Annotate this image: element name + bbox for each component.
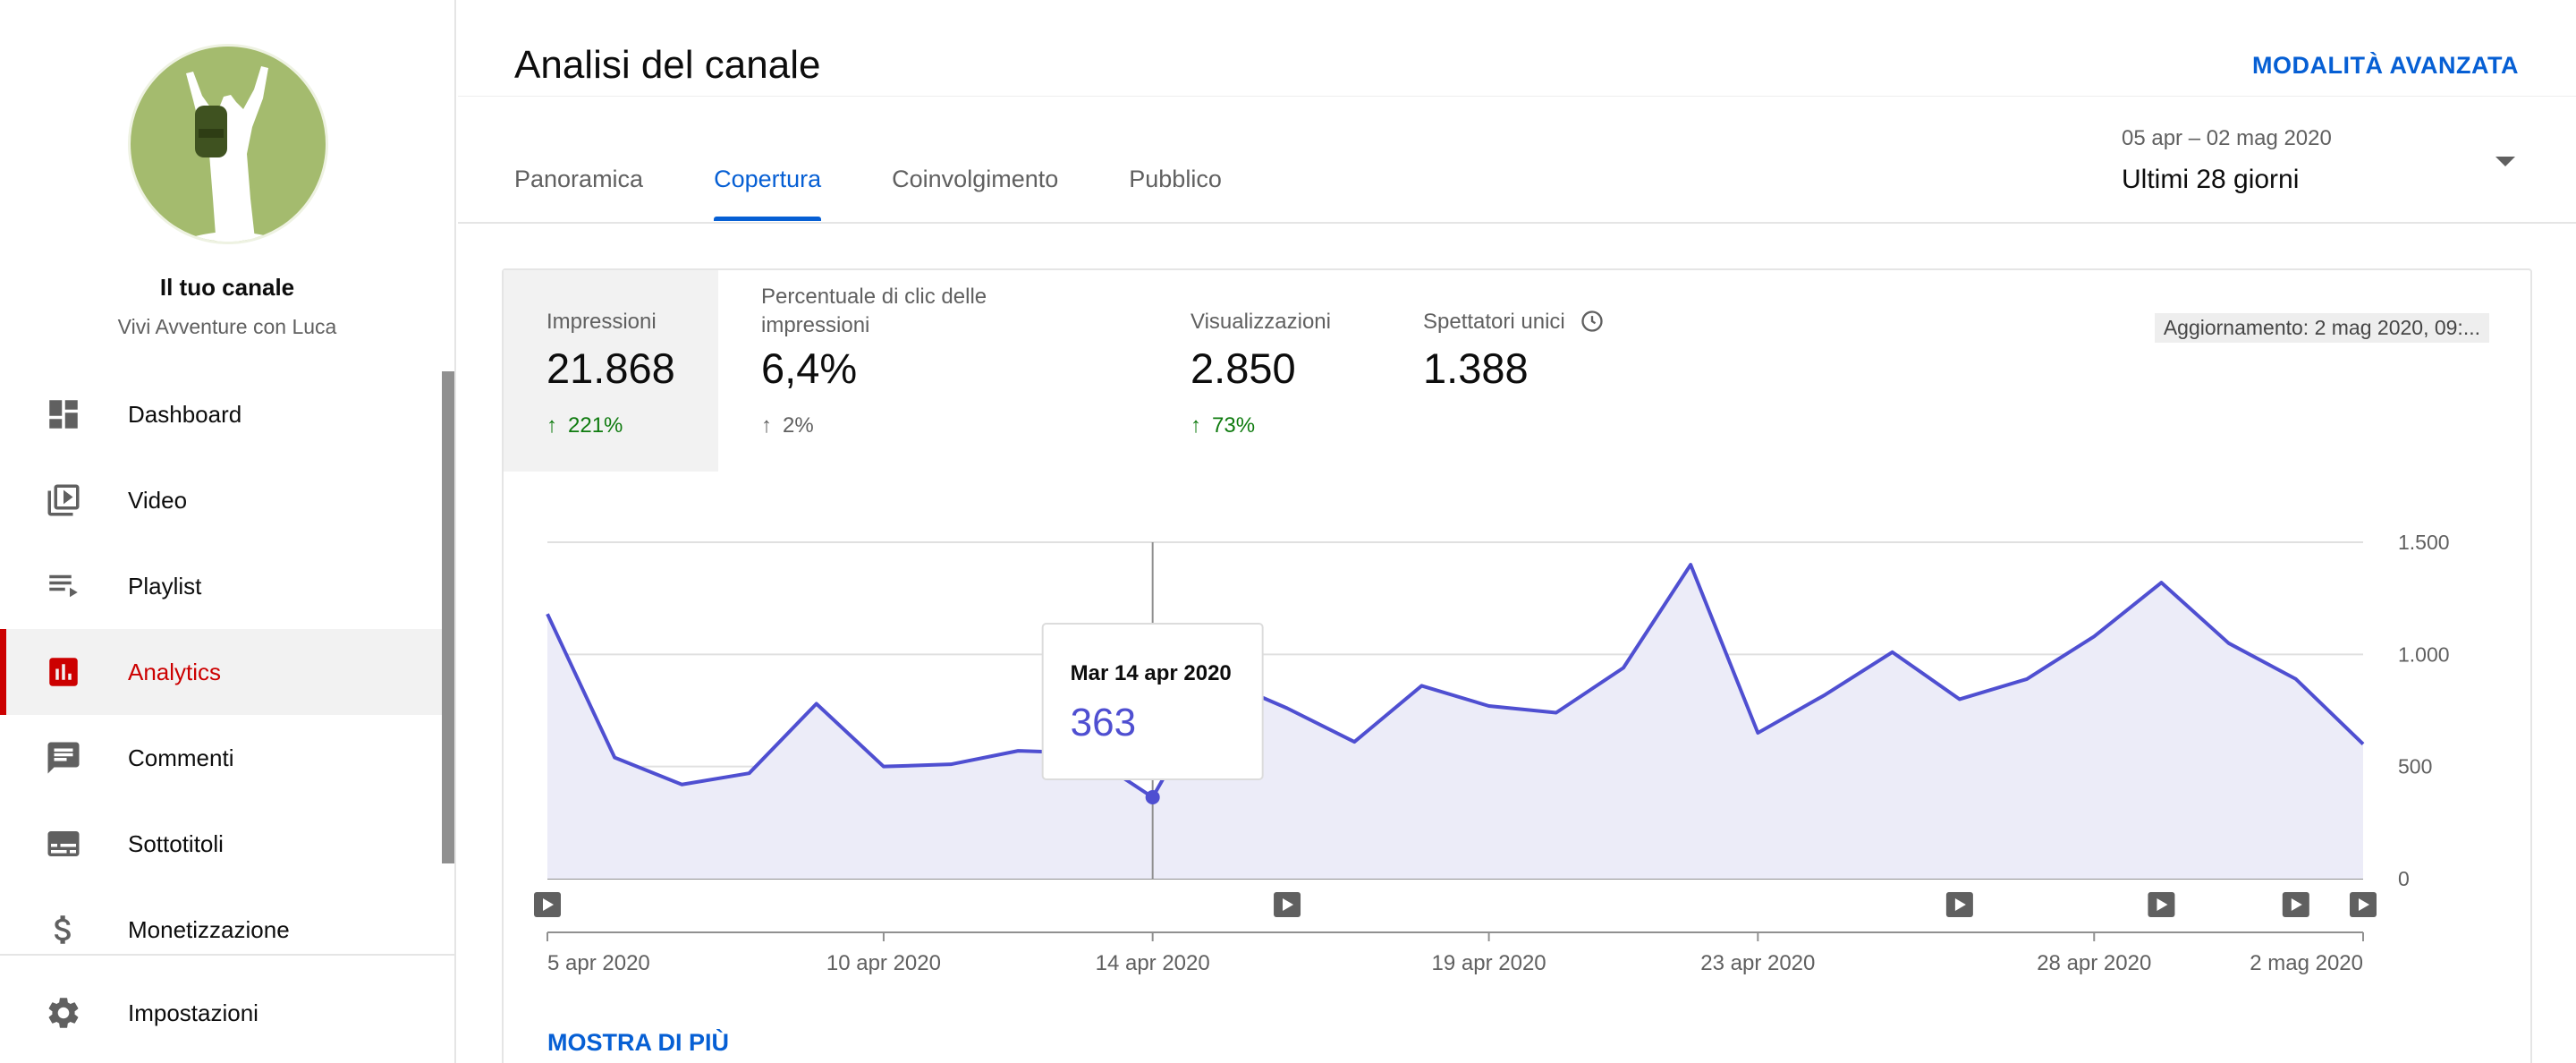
channel-subtitle: Vivi Avventure con Luca [117,315,337,338]
channel-title: Il tuo canale [159,274,295,301]
series-area [547,565,2363,879]
sidebar-scrollbar[interactable] [442,371,454,863]
chevron-down-icon[interactable] [2496,157,2515,166]
video-library-icon [47,484,80,516]
sidebar-item-label: Video [128,486,188,514]
show-more-link[interactable]: MOSTRA DI PIÙ [547,1029,729,1057]
video-marker-icon[interactable] [2148,892,2175,917]
subtitles-icon [47,831,80,856]
analytics-card: Impressioni 21.868 ↑ 221% Percentuale di … [502,268,2532,1063]
gear-icon [48,998,79,1028]
sidebar-item-label: Impostazioni [128,999,258,1026]
x-tick-label: 14 apr 2020 [1096,951,1210,975]
x-tick-label: 19 apr 2020 [1432,951,1546,975]
date-range-label[interactable]: 05 apr – 02 mag 2020 [2122,126,2332,151]
chart-tooltip: Mar 14 apr 2020 363 [1041,623,1264,780]
y-tick-label: 1.000 [2398,642,2450,666]
tab-audience[interactable]: Pubblico [1129,166,1222,223]
y-tick-label: 500 [2398,755,2432,778]
sidebar-item-label: Dashboard [128,400,242,428]
video-marker-icon[interactable] [1945,892,1973,917]
sidebar-item-dashboard[interactable]: Dashboard [0,371,442,457]
tab-reach[interactable]: Copertura [714,166,822,223]
x-tick-label: 10 apr 2020 [826,951,941,975]
video-marker-icon[interactable] [534,892,561,917]
sidebar-item-label: Sottotitoli [128,829,224,857]
hiker-figure-icon [179,66,287,242]
video-marker-icon[interactable] [1274,892,1301,917]
sidebar-item-analytics[interactable]: Analytics [0,629,442,715]
tab-bar: Panoramica Copertura Coinvolgimento Pubb… [514,166,1292,223]
sidebar-item-settings[interactable]: Impostazioni [0,970,454,1056]
sidebar-divider [0,954,454,956]
dashboard-icon [49,400,78,429]
y-tick-label: 1.500 [2398,531,2450,554]
sidebar-item-monetization[interactable]: Monetizzazione [0,887,442,973]
sidebar-nav: Dashboard Video Playlist Analytics Comme… [0,371,442,973]
video-marker-icon[interactable] [2282,892,2309,917]
sidebar-item-playlist[interactable]: Playlist [0,543,442,629]
dollar-icon [55,915,71,944]
sidebar-item-subtitles[interactable]: Sottotitoli [0,801,442,887]
sidebar-item-video[interactable]: Video [0,457,442,543]
analytics-icon [49,658,78,686]
data-point [1145,790,1160,805]
comments-icon [47,742,80,774]
sidebar-item-label: Monetizzazione [128,915,290,943]
y-tick-label: 0 [2398,867,2410,890]
tab-engagement[interactable]: Coinvolgimento [892,166,1058,223]
sidebar: Il tuo canale Vivi Avventure con Luca Da… [0,0,456,1063]
date-preset-select[interactable]: Ultimi 28 giorni [2122,165,2299,195]
playlist-icon [49,574,78,598]
x-tick-label: 5 apr 2020 [547,951,650,975]
tab-overview[interactable]: Panoramica [514,166,643,223]
tooltip-value: 363 [1071,701,1136,744]
advanced-mode-link[interactable]: MODALITÀ AVANZATA [2252,52,2519,80]
x-tick-label: 2 mag 2020 [2250,951,2363,975]
tab-divider [458,222,2576,224]
tooltip-date: Mar 14 apr 2020 [1071,661,1232,685]
header-divider [458,96,2576,97]
sidebar-item-label: Playlist [128,572,202,600]
x-tick-label: 28 apr 2020 [2037,951,2151,975]
sidebar-item-comments[interactable]: Commenti [0,715,442,801]
video-marker-icon[interactable] [2350,892,2377,917]
page-title: Analisi del canale [514,43,821,87]
impressions-chart[interactable]: 0 500 1.000 1.500 5 apr 2020 10 apr 2020 14 ap… [504,270,2534,1063]
channel-avatar[interactable] [128,44,328,244]
sidebar-item-label: Commenti [128,744,234,771]
sidebar-item-label: Analytics [128,658,222,685]
x-tick-label: 23 apr 2020 [1700,951,1815,975]
